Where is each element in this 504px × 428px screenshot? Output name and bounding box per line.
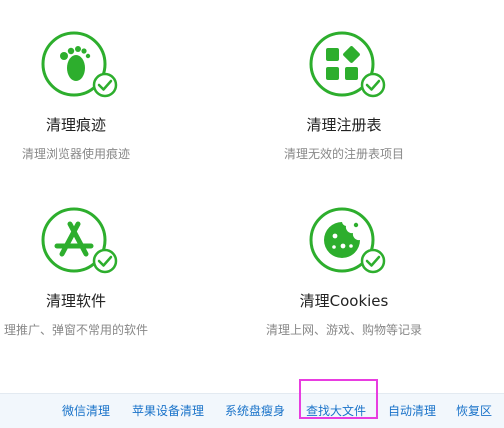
tile-subtitle: 理推广、弹窗不常用的软件	[3, 323, 148, 337]
check-icon	[92, 248, 118, 274]
app-store-icon	[40, 206, 118, 278]
recovery-area-link[interactable]: 恢复区	[456, 402, 492, 419]
tile-title: 清理痕迹	[45, 116, 106, 134]
tile-clean-traces[interactable]: 清理痕迹 清理浏览器使用痕迹	[0, 30, 176, 162]
check-icon	[92, 72, 118, 98]
highlight-box	[299, 379, 378, 419]
check-icon	[360, 72, 386, 98]
tile-title: 清理Cookies	[299, 292, 389, 310]
footprint-icon	[40, 30, 118, 102]
apple-device-clean-link[interactable]: 苹果设备清理	[132, 402, 204, 419]
tile-subtitle: 清理上网、游戏、购物等记录	[265, 323, 422, 337]
wechat-clean-link[interactable]: 微信清理	[62, 402, 110, 419]
tile-subtitle: 清理无效的注册表项目	[283, 147, 404, 161]
tile-clean-registry[interactable]: 清理注册表 清理无效的注册表项目	[244, 30, 444, 162]
system-disk-slim-link[interactable]: 系统盘瘦身	[225, 402, 285, 419]
tile-subtitle: 清理浏览器使用痕迹	[21, 147, 130, 161]
check-icon	[360, 248, 386, 274]
registry-icon	[308, 30, 386, 102]
cookie-icon	[308, 206, 386, 278]
bottom-toolbar: 微信清理 苹果设备清理 系统盘瘦身 查找大文件 自动清理 恢复区	[0, 393, 504, 428]
tile-title: 清理软件	[45, 292, 106, 310]
tile-clean-software[interactable]: 清理软件 理推广、弹窗不常用的软件	[0, 206, 176, 338]
auto-clean-link[interactable]: 自动清理	[388, 402, 436, 419]
tile-title: 清理注册表	[306, 116, 382, 134]
tile-clean-cookies[interactable]: 清理Cookies 清理上网、游戏、购物等记录	[244, 206, 444, 338]
